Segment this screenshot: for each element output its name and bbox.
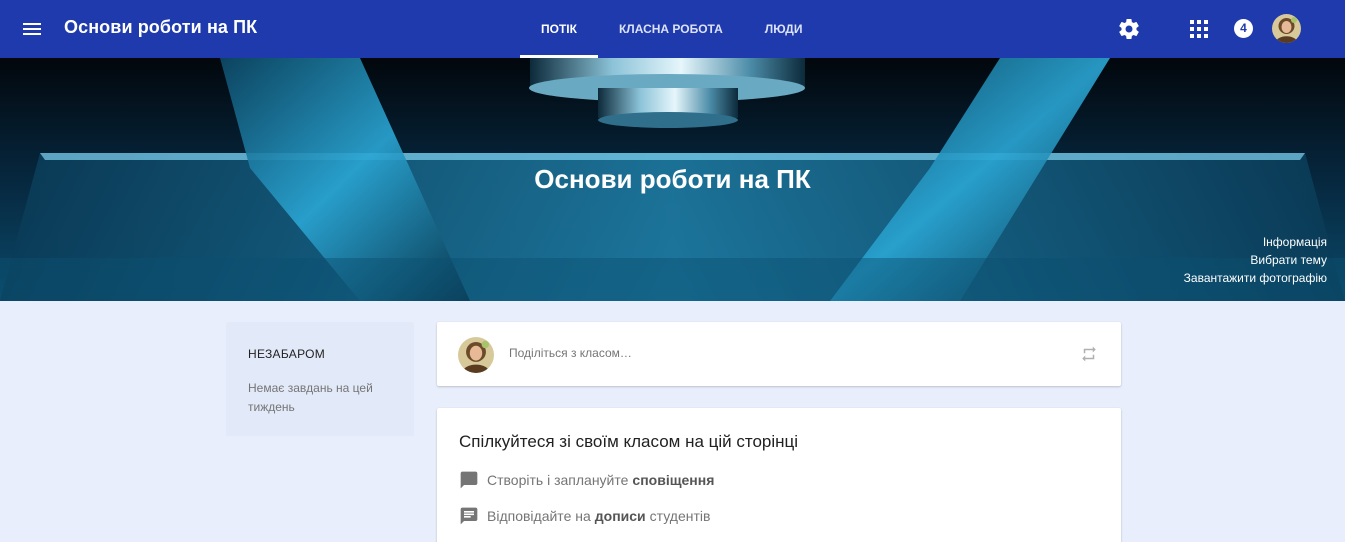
class-info-link[interactable]: Інформація <box>1184 233 1327 251</box>
share-input[interactable] <box>509 346 1049 360</box>
share-card[interactable] <box>437 322 1121 386</box>
repost-icon[interactable] <box>1080 345 1098 363</box>
student-posts-link[interactable]: дописи <box>595 508 646 524</box>
info-row-posts: Відповідайте на дописи студентів <box>459 506 710 526</box>
upcoming-title: НЕЗАБАРОМ <box>248 347 326 361</box>
notification-badge[interactable]: 4 <box>1234 19 1253 38</box>
avatar[interactable] <box>1272 14 1301 43</box>
nav-tabs: ПОТІК КЛАСНА РОБОТА ЛЮДИ <box>520 0 823 58</box>
tab-stream[interactable]: ПОТІК <box>520 0 598 58</box>
tab-classwork[interactable]: КЛАСНА РОБОТА <box>598 0 744 58</box>
upload-photo-link[interactable]: Завантажити фотографію <box>1184 269 1327 287</box>
apps-grid-icon[interactable] <box>1190 20 1208 38</box>
message-icon <box>460 507 478 525</box>
gear-icon[interactable] <box>1117 17 1141 41</box>
stream-info-card: Спілкуйтеся зі своїм класом на цій сторі… <box>437 408 1121 542</box>
avatar <box>458 337 494 373</box>
class-banner: Основи роботи на ПК Інформація Вибрати т… <box>0 58 1345 301</box>
class-title[interactable]: Основи роботи на ПК <box>64 17 257 38</box>
info-row-text: Створіть і заплануйте <box>487 472 629 488</box>
info-row-announcements: Створіть і заплануйте сповіщення <box>459 470 718 490</box>
info-card-title: Спілкуйтеся зі своїм класом на цій сторі… <box>459 432 799 451</box>
banner-links: Інформація Вибрати тему Завантажити фото… <box>1184 233 1327 287</box>
tab-people[interactable]: ЛЮДИ <box>744 0 824 58</box>
choose-theme-link[interactable]: Вибрати тему <box>1184 251 1327 269</box>
upcoming-empty-text: Немає завдань на цей тиждень <box>248 381 373 414</box>
info-row-text: студентів <box>649 508 711 524</box>
upcoming-card: НЕЗАБАРОМ Немає завдань на цей тиждень <box>226 322 414 436</box>
announcements-link[interactable]: сповіщення <box>632 472 714 488</box>
menu-icon[interactable] <box>20 17 44 41</box>
info-row-text: Відповідайте на <box>487 508 591 524</box>
comment-icon <box>460 471 478 489</box>
banner-class-title: Основи роботи на ПК <box>534 164 811 194</box>
top-app-bar: Основи роботи на ПК ПОТІК КЛАСНА РОБОТА … <box>0 0 1345 58</box>
